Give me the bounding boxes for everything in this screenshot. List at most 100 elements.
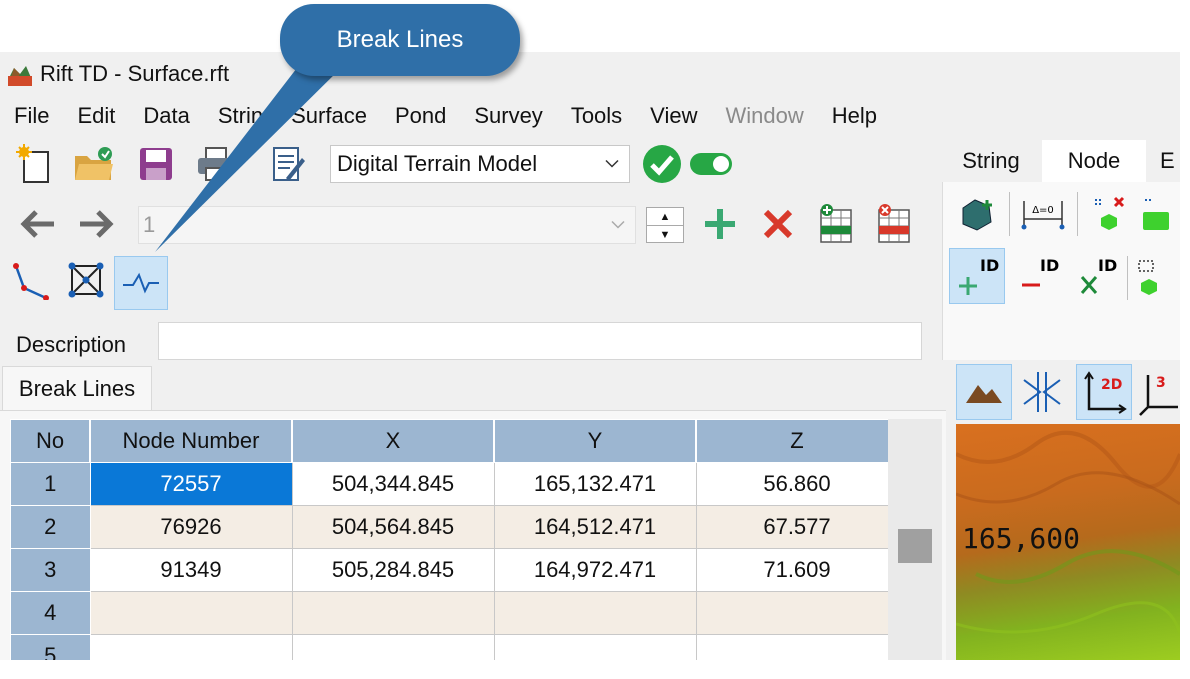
view-2d-button[interactable]: 2D — [1076, 364, 1132, 420]
view-3d-label: 3 — [1156, 375, 1166, 391]
cell-z[interactable]: 67.577 — [695, 505, 899, 549]
intersection-icon — [1023, 372, 1061, 412]
column-header-x[interactable]: X — [291, 419, 495, 463]
break-lines-grid-panel: No Node Number X Y Z 1 72557 504,344.845… — [0, 410, 946, 667]
node-tool-icon — [1143, 199, 1169, 230]
menu-view[interactable]: View — [636, 103, 711, 129]
clear-id-label: ID — [1098, 256, 1117, 275]
delete-row-button[interactable] — [872, 202, 916, 246]
menu-survey[interactable]: Survey — [460, 103, 556, 129]
stepper-down-icon[interactable]: ▼ — [647, 226, 683, 243]
cell-x[interactable]: 504,564.845 — [291, 505, 495, 549]
axes-2d-icon: 2D — [1084, 371, 1127, 414]
break-lines-mode-button[interactable] — [114, 256, 168, 310]
node-id-box-icon — [1138, 260, 1157, 295]
cell-x[interactable] — [291, 591, 495, 635]
delta-zero-icon: Δ=0 — [1021, 201, 1065, 230]
node-tools-panel: Δ=0 ID ID ID — [942, 182, 1180, 360]
callout-text: Break Lines — [336, 26, 464, 53]
description-label: Description — [16, 332, 127, 357]
tab-break-lines-label: Break Lines — [18, 376, 136, 401]
cell-z[interactable]: 56.860 — [695, 462, 899, 506]
network-mode-button[interactable] — [64, 258, 108, 302]
add-string-button[interactable] — [698, 202, 742, 246]
table-add-row-icon — [820, 204, 852, 243]
add-id-label: ID — [980, 256, 999, 275]
network-nodes-icon — [68, 262, 104, 298]
cell-node-number[interactable]: 76926 — [89, 505, 293, 549]
delta-zero-label: Δ=0 — [1032, 205, 1054, 216]
view-2d-label: 2D — [1101, 377, 1122, 393]
table-row[interactable]: 1 72557 504,344.845 165,132.471 56.860 — [10, 462, 899, 506]
break-lines-table: No Node Number X Y Z 1 72557 504,344.845… — [10, 419, 899, 667]
column-header-y[interactable]: Y — [493, 419, 697, 463]
menu-window[interactable]: Window — [711, 103, 817, 129]
grid-vertical-scrollbar[interactable] — [888, 419, 942, 667]
string-stepper[interactable]: ▲ ▼ — [646, 207, 684, 243]
description-input[interactable] — [158, 322, 922, 360]
node-id-box-button[interactable] — [1133, 248, 1180, 304]
clear-id-icon: ID — [1080, 256, 1117, 294]
cell-x[interactable]: 505,284.845 — [291, 548, 495, 592]
delete-node-button[interactable] — [1081, 186, 1137, 242]
mountain-icon — [966, 385, 1002, 403]
check-circle-icon — [643, 145, 681, 183]
tab-string[interactable]: String — [944, 140, 1038, 182]
column-header-node-number[interactable]: Node Number — [89, 419, 293, 463]
chevron-down-icon — [611, 220, 625, 229]
break-line-icon — [123, 272, 159, 294]
tab-e[interactable]: E — [1150, 140, 1180, 182]
column-header-no[interactable]: No — [10, 419, 91, 463]
section-view-button[interactable] — [1014, 364, 1070, 420]
cell-x[interactable]: 504,344.845 — [291, 462, 495, 506]
table-row[interactable]: 4 — [10, 591, 899, 635]
row-number: 4 — [10, 591, 91, 635]
cell-z[interactable] — [695, 591, 899, 635]
close-x-icon — [763, 209, 793, 239]
column-header-z[interactable]: Z — [695, 419, 899, 463]
row-number: 3 — [10, 548, 91, 592]
break-lines-callout: Break Lines — [280, 4, 520, 76]
cell-node-number[interactable]: 72557 — [89, 462, 293, 506]
right-panel-tabs: String Node E — [944, 140, 1180, 182]
remove-id-label: ID — [1040, 256, 1059, 275]
node-polygon-button[interactable] — [949, 186, 1005, 242]
chevron-down-icon — [605, 159, 619, 168]
cell-y[interactable]: 165,132.471 — [493, 462, 697, 506]
tab-break-lines[interactable]: Break Lines — [2, 366, 152, 411]
toolbar-separator — [1009, 192, 1010, 236]
cell-y[interactable]: 164,512.471 — [493, 505, 697, 549]
string-mode-button[interactable] — [8, 258, 52, 302]
visibility-toggle[interactable] — [690, 153, 732, 175]
terrain-view-button[interactable] — [956, 364, 1012, 420]
torn-edge-decoration — [0, 660, 1190, 679]
cell-node-number[interactable]: 91349 — [89, 548, 293, 592]
menu-help[interactable]: Help — [818, 103, 891, 129]
delete-string-button[interactable] — [756, 202, 800, 246]
node-delta-button[interactable]: Δ=0 — [1015, 186, 1071, 242]
add-node-id-button[interactable]: ID — [949, 248, 1005, 304]
delete-node-icon — [1095, 196, 1125, 230]
view-toolbar: 2D 3 — [946, 360, 1180, 422]
table-row[interactable]: 2 76926 504,564.845 164,512.471 67.577 — [10, 505, 899, 549]
cell-y[interactable]: 164,972.471 — [493, 548, 697, 592]
tab-node[interactable]: Node — [1042, 140, 1146, 182]
menu-tools[interactable]: Tools — [557, 103, 636, 129]
row-number: 1 — [10, 462, 91, 506]
add-id-icon: ID — [959, 256, 999, 295]
table-row[interactable]: 3 91349 505,284.845 164,972.471 71.609 — [10, 548, 899, 592]
node-tool-button[interactable] — [1139, 186, 1180, 242]
remove-node-id-button[interactable]: ID — [1013, 248, 1069, 304]
add-row-button[interactable] — [814, 202, 858, 246]
terrain-map-view[interactable]: 165,600 — [956, 424, 1180, 667]
polyline-icon — [13, 263, 49, 300]
view-3d-button[interactable]: 3 — [1138, 364, 1180, 420]
scrollbar-thumb[interactable] — [898, 529, 932, 563]
cell-z[interactable]: 71.609 — [695, 548, 899, 592]
check-button[interactable] — [640, 142, 684, 186]
stepper-up-icon[interactable]: ▲ — [647, 208, 683, 226]
row-number: 2 — [10, 505, 91, 549]
cell-y[interactable] — [493, 591, 697, 635]
cell-node-number[interactable] — [89, 591, 293, 635]
clear-node-id-button[interactable]: ID — [1071, 248, 1127, 304]
